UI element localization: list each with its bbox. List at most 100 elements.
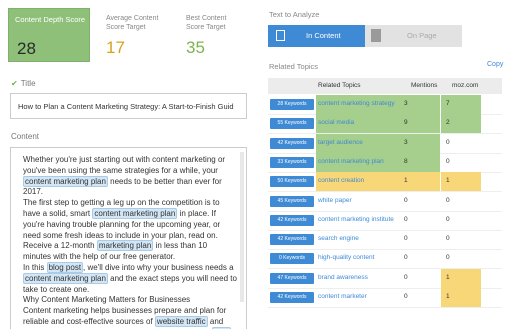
on-page-label: On Page bbox=[407, 31, 437, 40]
keywords-badge[interactable]: 42 Keywords bbox=[270, 234, 314, 246]
mentions-value: 0 bbox=[404, 196, 408, 204]
copy-link[interactable]: Copy bbox=[487, 61, 503, 68]
title-input[interactable]: How to Plan a Content Marketing Strategy… bbox=[10, 93, 247, 119]
mentions-cell: 0 bbox=[399, 192, 440, 211]
content-scrollbar[interactable] bbox=[240, 152, 244, 302]
page-icon bbox=[371, 29, 381, 42]
mentions-cell: 0 bbox=[399, 288, 440, 307]
mentions-cell: 3 bbox=[399, 133, 440, 153]
title-heading-text: Title bbox=[20, 79, 36, 88]
average-score-value: 17 bbox=[106, 38, 125, 57]
table-row[interactable]: 28 Keywords content marketing strategy 3 7 bbox=[268, 95, 502, 115]
table-row[interactable]: 33 Keywords content marketing plan 8 0 bbox=[268, 152, 502, 173]
topic-label[interactable]: high-quality content bbox=[318, 254, 374, 261]
mentions-value: 9 bbox=[404, 119, 408, 127]
moz-cell: 0 bbox=[441, 134, 481, 153]
moz-cell: 0 bbox=[441, 211, 481, 230]
keywords-badge[interactable]: 47 Keywords bbox=[270, 272, 314, 284]
mentions-value: 0 bbox=[404, 273, 408, 281]
moz-value: 0 bbox=[446, 254, 450, 262]
keywords-badge[interactable]: 33 Keywords bbox=[270, 156, 314, 168]
check-icon: ✔ bbox=[11, 79, 18, 88]
mentions-cell: 0 bbox=[399, 249, 440, 268]
content-depth-score-value: 28 bbox=[17, 39, 36, 58]
mentions-cell: 0 bbox=[399, 211, 440, 230]
moz-cell: 0 bbox=[441, 153, 481, 172]
content-heading: Content bbox=[11, 132, 40, 141]
mentions-cell: 9 bbox=[399, 114, 440, 134]
mentions-cell: 1 bbox=[399, 172, 440, 192]
topic-label[interactable]: content marketing strategy bbox=[318, 100, 395, 107]
moz-value: 1 bbox=[446, 293, 450, 300]
mentions-value: 3 bbox=[404, 138, 408, 146]
mentions-cell: 3 bbox=[399, 95, 440, 114]
mentions-value: 8 bbox=[404, 157, 408, 165]
moz-value: 0 bbox=[446, 196, 450, 204]
moz-cell: 2 bbox=[441, 114, 481, 134]
moz-cell: 7 bbox=[441, 95, 481, 114]
in-content-toggle[interactable]: In Content bbox=[268, 25, 365, 47]
on-page-toggle[interactable]: On Page bbox=[365, 25, 462, 47]
keywords-badge[interactable]: 42 Keywords bbox=[270, 214, 314, 226]
moz-value: 1 bbox=[446, 177, 450, 185]
keywords-badge[interactable]: 42 Keywords bbox=[270, 292, 314, 303]
mentions-value: 3 bbox=[404, 100, 408, 107]
topic-label[interactable]: white paper bbox=[318, 197, 352, 204]
table-row[interactable]: 42 Keywords content marketing institute 0 0 bbox=[268, 211, 502, 231]
table-row[interactable]: 42 Keywords search engine 0 0 bbox=[268, 230, 502, 251]
moz-cell: 1 bbox=[441, 288, 481, 307]
keywords-badge[interactable]: 28 Keywords bbox=[270, 99, 314, 110]
average-score-label: Average Content Score Target bbox=[106, 15, 159, 31]
topic-label[interactable]: brand awareness bbox=[318, 274, 368, 281]
col-mentions: Mentions bbox=[411, 82, 438, 89]
col-related-topics: Related Topics bbox=[318, 82, 361, 89]
content-depth-score-label: Content Depth Score bbox=[15, 15, 86, 24]
related-topics-header: Related Topics Mentions moz.com bbox=[268, 78, 502, 94]
keywords-badge[interactable]: 42 Keywords bbox=[270, 137, 314, 149]
mentions-value: 0 bbox=[404, 254, 408, 262]
text-to-analyze-heading: Text to Analyze bbox=[269, 10, 320, 19]
mentions-cell: 0 bbox=[399, 269, 440, 288]
moz-cell: 1 bbox=[441, 268, 481, 288]
content-body[interactable]: Whether you're just starting out with co… bbox=[23, 155, 237, 329]
keywords-badge[interactable]: 50 Keywords bbox=[270, 176, 314, 188]
mentions-cell: 8 bbox=[399, 152, 440, 172]
mentions-value: 0 bbox=[404, 235, 408, 243]
moz-value: 0 bbox=[446, 157, 450, 165]
moz-cell: 0 bbox=[441, 230, 481, 249]
moz-cell: 0 bbox=[441, 249, 481, 268]
table-row[interactable]: 45 Keywords white paper 0 0 bbox=[268, 192, 502, 212]
in-content-label: In Content bbox=[306, 31, 341, 40]
mentions-value: 1 bbox=[404, 177, 408, 185]
col-moz: moz.com bbox=[452, 82, 479, 89]
mentions-value: 0 bbox=[404, 215, 408, 223]
topic-label[interactable]: content marketer bbox=[318, 293, 367, 300]
content-editor[interactable]: Whether you're just starting out with co… bbox=[10, 147, 247, 329]
related-topics-heading: Related Topics bbox=[269, 62, 319, 71]
table-row[interactable]: 42 Keywords target audience 3 0 bbox=[268, 133, 502, 154]
table-row[interactable]: 47 Keywords brand awareness 0 1 bbox=[268, 268, 502, 289]
topic-label[interactable]: search engine bbox=[318, 235, 359, 242]
table-row[interactable]: 55 Keywords social media 9 2 bbox=[268, 114, 502, 135]
moz-value: 0 bbox=[446, 138, 450, 146]
moz-value: 0 bbox=[446, 215, 450, 223]
topic-label[interactable]: content marketing plan bbox=[318, 158, 384, 165]
topic-label[interactable]: target audience bbox=[318, 139, 363, 146]
moz-value: 1 bbox=[446, 273, 450, 281]
moz-value: 7 bbox=[446, 100, 450, 107]
topic-label[interactable]: content marketing institute bbox=[318, 216, 394, 223]
topic-label[interactable]: social media bbox=[318, 119, 354, 126]
table-row[interactable]: 0 Keywords high-quality content 0 0 bbox=[268, 249, 502, 270]
keywords-badge[interactable]: 55 Keywords bbox=[270, 118, 314, 130]
keywords-badge[interactable]: 45 Keywords bbox=[270, 195, 314, 207]
topic-label[interactable]: content creation bbox=[318, 177, 364, 184]
content-depth-score-card: Content Depth Score 28 bbox=[8, 8, 90, 62]
document-icon bbox=[276, 30, 285, 41]
keywords-badge[interactable]: 0 Keywords bbox=[270, 253, 314, 265]
table-row[interactable]: 42 Keywords content marketer 0 1 bbox=[268, 288, 502, 308]
best-score-label: Best Content Score Target bbox=[186, 15, 227, 31]
moz-value: 2 bbox=[446, 119, 450, 127]
best-score-value: 35 bbox=[186, 38, 205, 57]
table-row[interactable]: 50 Keywords content creation 1 1 bbox=[268, 172, 502, 193]
moz-cell: 1 bbox=[441, 172, 481, 192]
